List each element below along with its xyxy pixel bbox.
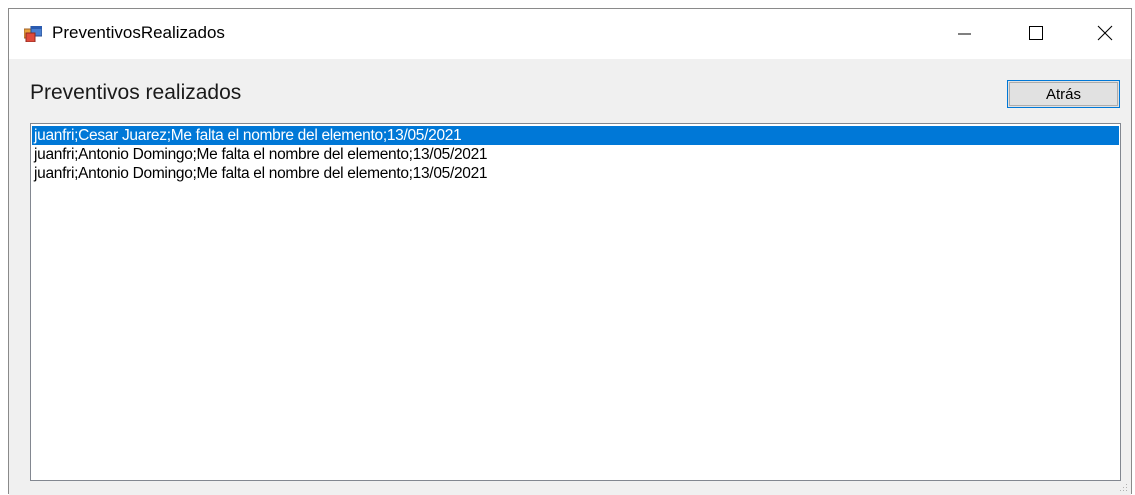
page-title: Preventivos realizados	[30, 81, 242, 104]
list-item[interactable]: juanfri;Antonio Domingo;Me falta el nomb…	[32, 164, 1119, 183]
winforms-app-icon	[24, 26, 42, 42]
app-window: PreventivosRealizados Preventivos realiz…	[8, 8, 1132, 495]
window-title: PreventivosRealizados	[52, 23, 225, 42]
list-item[interactable]: juanfri;Cesar Juarez;Me falta el nombre …	[32, 126, 1119, 145]
maximize-icon	[1029, 26, 1043, 40]
minimize-icon	[958, 33, 971, 35]
list-item[interactable]: juanfri;Antonio Domingo;Me falta el nomb…	[32, 145, 1119, 164]
client-area: Preventivos realizados Atrás juanfri;Ces…	[9, 59, 1131, 495]
resize-grip-icon[interactable]	[1118, 482, 1128, 492]
title-bar[interactable]: PreventivosRealizados	[9, 9, 1131, 59]
close-icon	[1097, 25, 1113, 41]
close-button[interactable]	[1082, 9, 1128, 57]
minimize-button[interactable]	[941, 9, 987, 57]
back-button[interactable]: Atrás	[1007, 80, 1120, 108]
preventivos-listbox[interactable]: juanfri;Cesar Juarez;Me falta el nombre …	[30, 123, 1121, 481]
maximize-button[interactable]	[1013, 9, 1059, 57]
